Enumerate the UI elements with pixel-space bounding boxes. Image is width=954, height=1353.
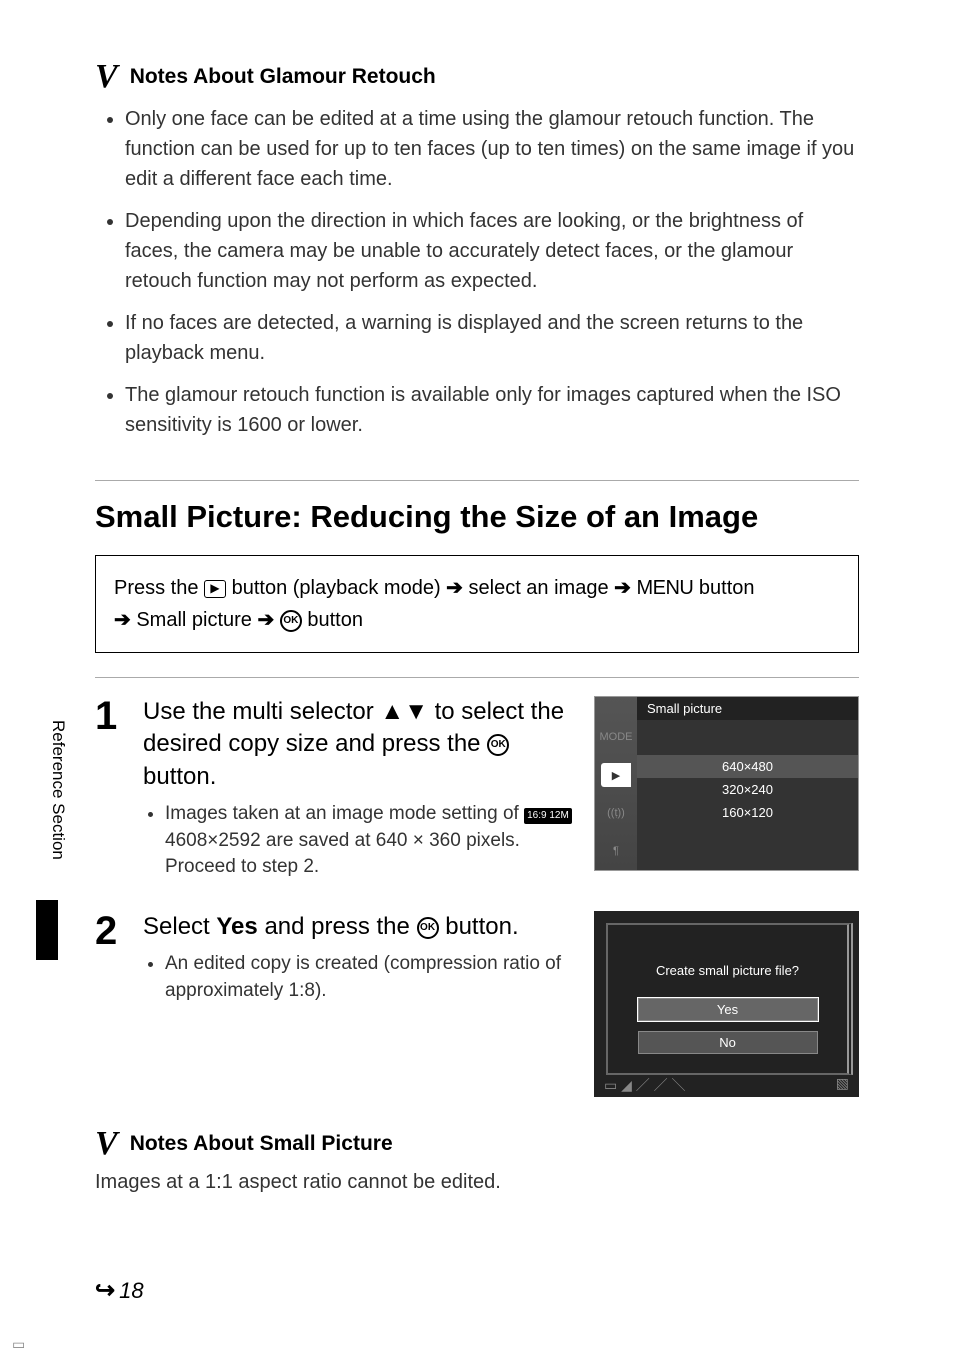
s2b: and press the <box>264 913 416 940</box>
opt-640: 640×480 <box>637 755 858 778</box>
notes1-b0: Only one face can be edited at a time us… <box>125 104 859 194</box>
notes1-title: Notes About Glamour Retouch <box>130 65 436 89</box>
warn-icon: V <box>95 60 118 94</box>
notes1-b1: Depending upon the direction in which fa… <box>125 206 859 296</box>
side-tab <box>36 900 58 960</box>
back-icon: ▭ ◢ ／ ／ ＼ <box>604 1075 686 1095</box>
s2c: button. <box>445 913 518 940</box>
s2bold: Yes <box>216 913 257 940</box>
step2-num: 2 <box>95 911 125 1005</box>
playback-tab-icon: ▶ <box>601 763 631 787</box>
menu-label: MENU <box>636 577 693 599</box>
step1-num: 1 <box>95 696 125 881</box>
no-option: No <box>638 1031 818 1054</box>
opt-320: 320×240 <box>637 778 858 801</box>
page-link-icon: ↪ <box>95 1276 115 1305</box>
ok-icon: OK <box>417 917 439 939</box>
page-val: 18 <box>119 1278 143 1304</box>
ok-icon: OK <box>280 610 302 632</box>
notes1-b2: If no faces are detected, a warning is d… <box>125 308 859 368</box>
lcd-screen-1: MODE ▶ ((ṭ)) ¶ Small picture 640×480 320… <box>594 696 859 871</box>
step-1: 1 Use the multi selector to select the d… <box>95 696 859 881</box>
lcd1-title: Small picture <box>637 697 858 720</box>
arrow-icon: ➔ <box>114 609 131 631</box>
divider <box>95 480 859 481</box>
mode-tab: MODE <box>601 725 631 749</box>
arrow-icon: ➔ <box>446 577 463 599</box>
image-mode-icon: 16:9 12M <box>524 808 572 824</box>
step2-sub: An edited copy is created (compression r… <box>165 951 574 1004</box>
down-icon <box>404 698 428 725</box>
step-2: 2 Select Yes and press the OK button. An… <box>95 911 859 1097</box>
side-section-label: Reference Section <box>48 720 68 860</box>
section-title: Small Picture: Reducing the Size of an I… <box>95 499 859 535</box>
divider <box>95 677 859 678</box>
page-number: ↪ 18 <box>95 1276 144 1305</box>
step1-c: button. <box>143 763 216 790</box>
ok-icon: OK <box>487 734 509 756</box>
step2-head: Select Yes and press the OK button. <box>143 911 574 943</box>
antenna-tab-icon: ((ṭ)) <box>601 801 631 825</box>
lcd-left-tabs: MODE ▶ ((ṭ)) ¶ <box>595 697 637 870</box>
notes1-b3: The glamour retouch function is availabl… <box>125 380 859 440</box>
s2a: Select <box>143 913 216 940</box>
arrow-icon: ➔ <box>257 609 274 631</box>
bc-p5: button <box>699 577 755 599</box>
bc-p2: button (playback mode) <box>232 577 447 599</box>
breadcrumb-box: Press the ▶ button (playback mode) ➔ sel… <box>95 555 859 653</box>
bc-p6: Small picture <box>136 609 257 631</box>
opt-160: 160×120 <box>637 801 858 824</box>
notes1-list: Only one face can be edited at a time us… <box>95 104 859 440</box>
arrow-icon: ➔ <box>614 577 631 599</box>
lcd-screen-2: Create small picture file? Yes No ▭ ◢ ／ … <box>594 911 859 1097</box>
bc-p7: button <box>307 609 363 631</box>
small-pic-icon: ▧ <box>836 1075 849 1095</box>
bc-p1: Press the <box>114 577 204 599</box>
step1-sub: Images taken at an image mode setting of… <box>165 801 574 881</box>
step1-a: Use the multi selector <box>143 698 380 725</box>
up-icon <box>380 698 404 725</box>
confirm-prompt: Create small picture file? <box>656 963 799 978</box>
s1sb: 4608×2592 <box>165 830 261 851</box>
bc-p3: select an image <box>469 577 615 599</box>
setup-tab-icon: ¶ <box>601 839 631 863</box>
step1-head: Use the multi selector to select the des… <box>143 696 574 793</box>
yes-option: Yes <box>638 998 818 1021</box>
notes2-title: Notes About Small Picture <box>130 1132 393 1156</box>
s1sa: Images taken at an image mode setting of <box>165 803 524 824</box>
warn-icon: V <box>95 1127 118 1161</box>
notes2-body: Images at a 1:1 aspect ratio cannot be e… <box>95 1171 859 1194</box>
playback-icon: ▶ <box>204 580 226 598</box>
